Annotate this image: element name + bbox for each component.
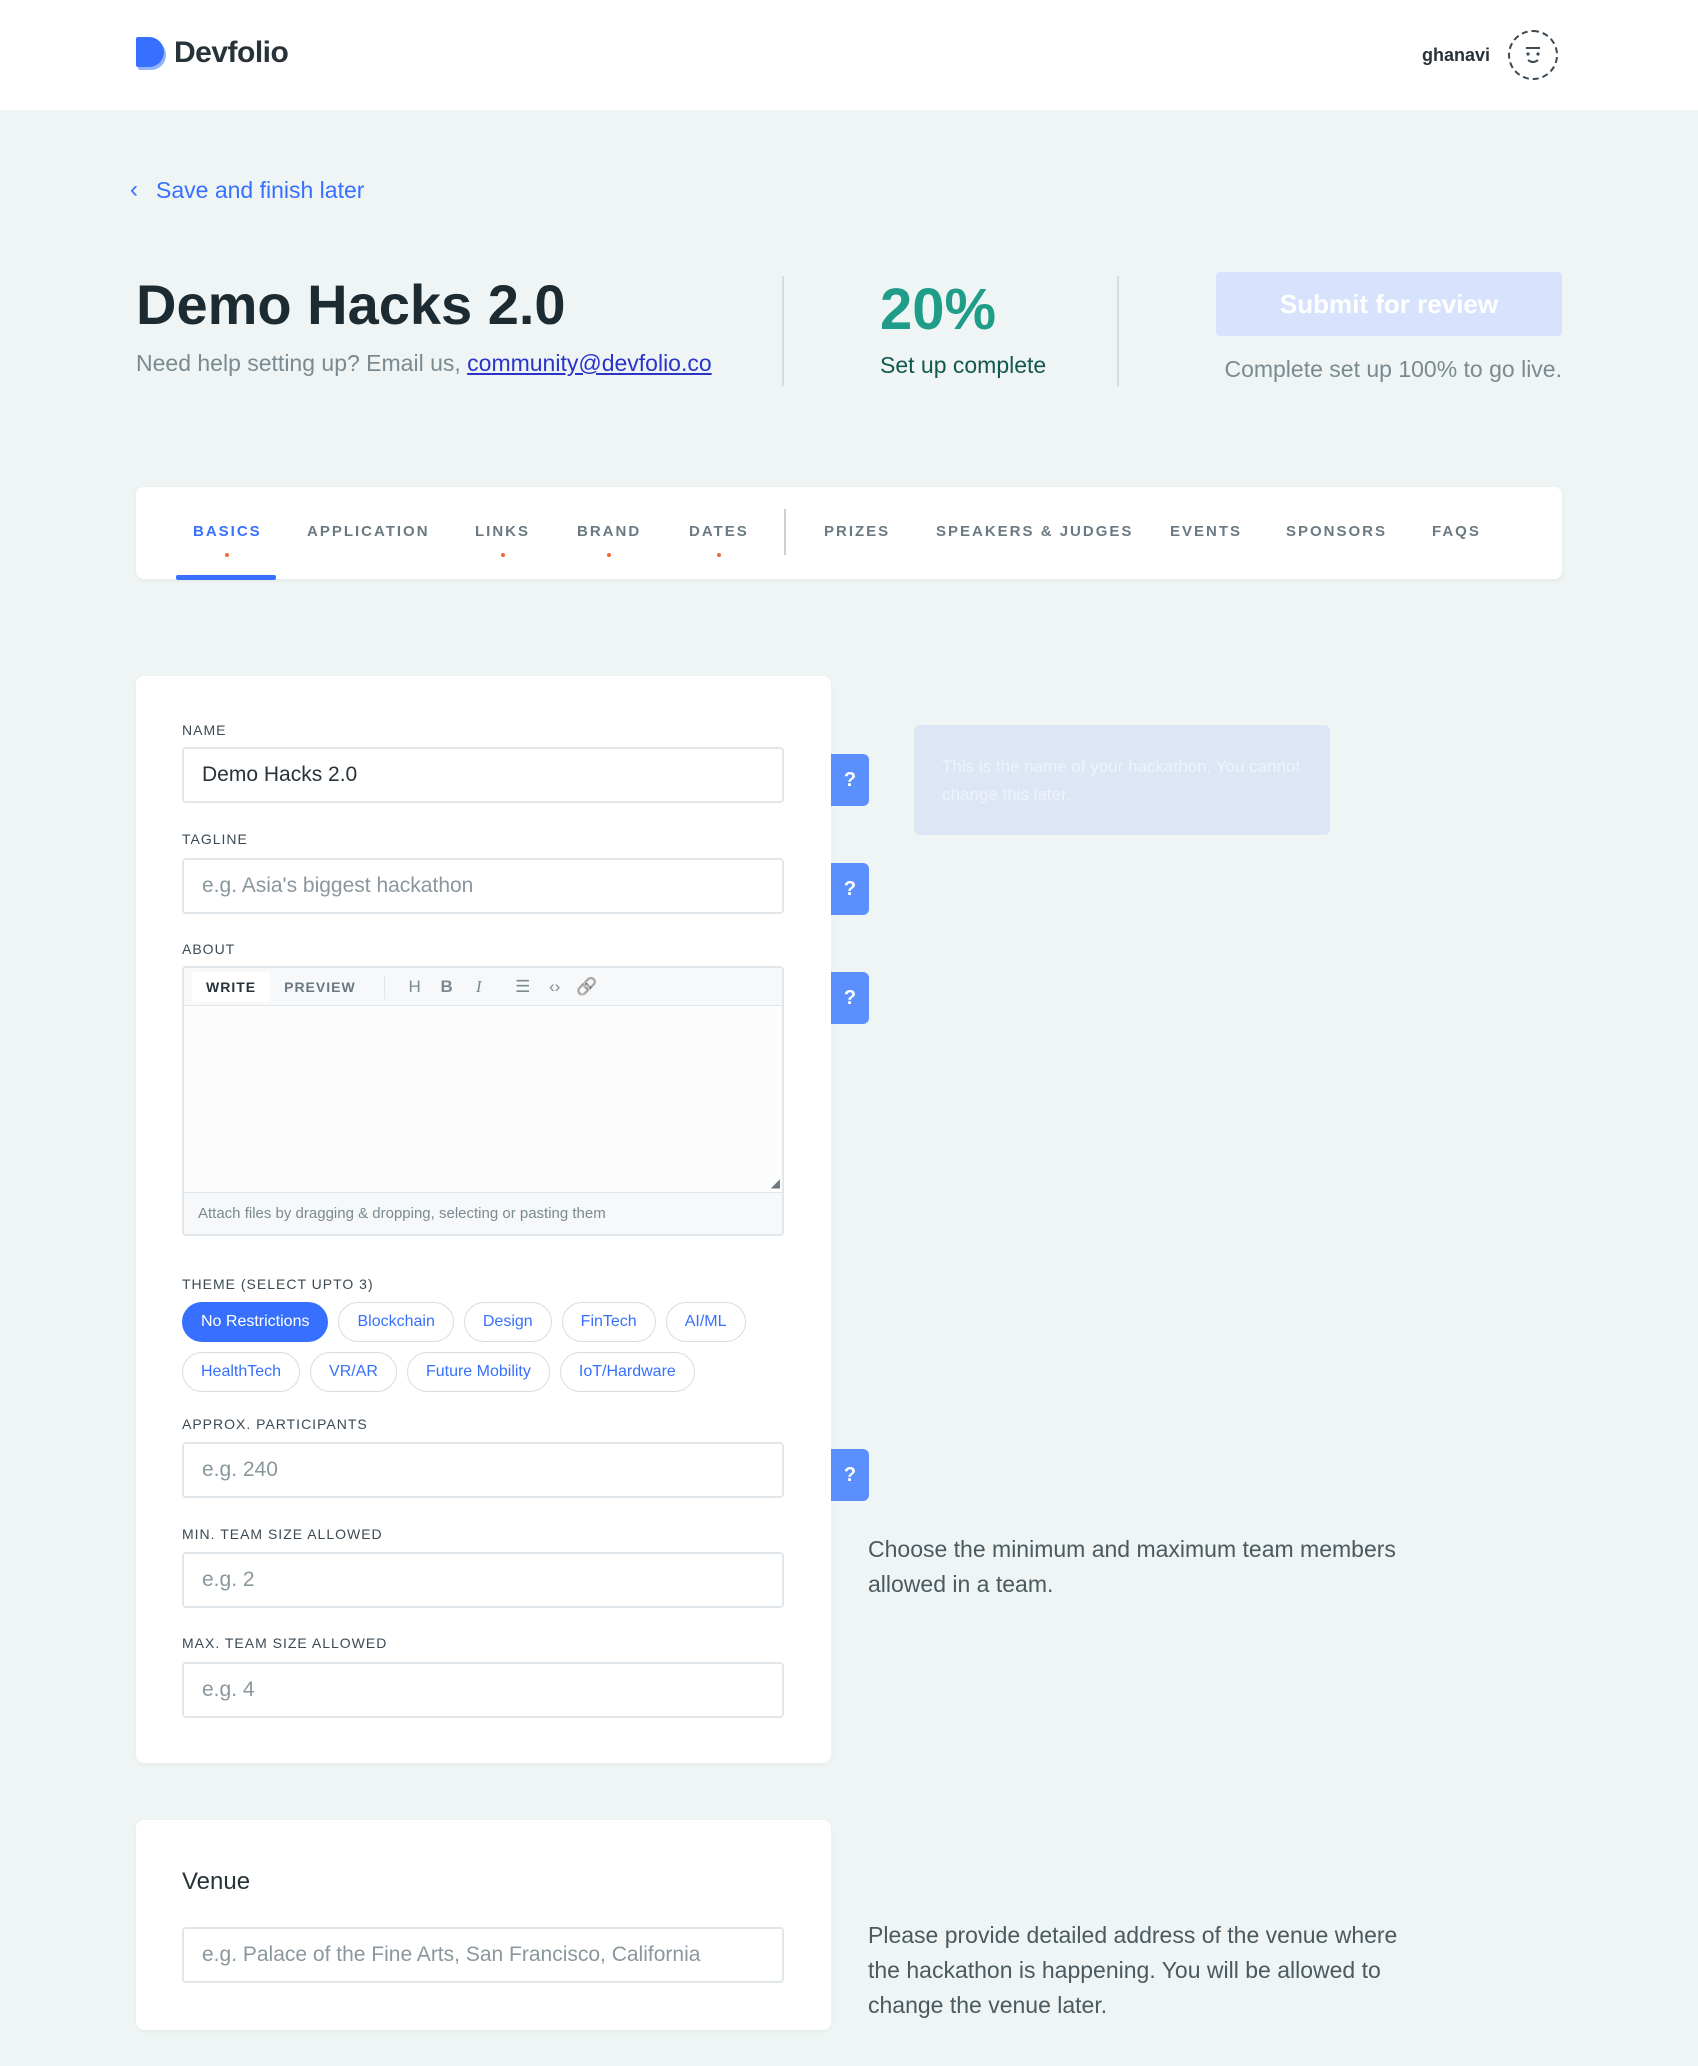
list-icon[interactable]: ☰ — [507, 977, 539, 997]
name-input[interactable] — [182, 747, 784, 803]
venue-help-text: Please provide detailed address of the v… — [868, 1922, 1398, 2018]
venue-card: Venue — [136, 1820, 831, 2030]
heading-icon[interactable]: H — [399, 977, 431, 997]
chevron-left-icon: ‹ — [130, 176, 138, 203]
face-icon — [1526, 47, 1540, 63]
help-text: Need help setting up? Email us, communit… — [136, 350, 712, 377]
help-text-prefix: Need help setting up? Email us, — [136, 350, 468, 376]
venue-title: Venue — [182, 1868, 251, 1895]
participants-input[interactable] — [182, 1442, 784, 1498]
max-team-size-label: MAX. TEAM SIZE ALLOWED — [182, 1635, 388, 1651]
team-size-help-text: Choose the minimum and maximum team memb… — [868, 1536, 1396, 1597]
italic-icon[interactable]: I — [463, 977, 495, 997]
theme-chip-iot-hardware[interactable]: IoT/Hardware — [559, 1352, 695, 1392]
tab-application[interactable]: APPLICATION — [307, 523, 430, 540]
about-editor: WRITE PREVIEW H B I ☰ ‹› 🔗 ◢ Attach file… — [182, 966, 784, 1236]
submit-note: Complete set up 100% to go live. — [1224, 356, 1562, 382]
theme-chip-future-mobility[interactable]: Future Mobility — [406, 1352, 550, 1392]
name-tooltip: This is the name of your hackathon. You … — [914, 725, 1330, 835]
save-and-finish-later-link[interactable]: ‹ Save and finish later — [130, 176, 364, 204]
tab-faqs[interactable]: FAQS — [1432, 523, 1481, 540]
community-email-link[interactable]: community@devfolio.co — [467, 350, 712, 376]
link-icon[interactable]: 🔗 — [571, 977, 603, 997]
theme-chip-vrar[interactable]: VR/AR — [310, 1352, 397, 1392]
section-tabs: BASICS APPLICATION LINKS BRAND DATES PRI… — [136, 487, 1562, 580]
help-button-name[interactable]: ? — [831, 754, 869, 806]
theme-chip-fintech[interactable]: FinTech — [561, 1302, 656, 1342]
back-link-label: Save and finish later — [156, 176, 365, 203]
code-icon[interactable]: ‹› — [539, 977, 571, 997]
tab-events[interactable]: EVENTS — [1170, 523, 1242, 540]
about-label: ABOUT — [182, 941, 236, 957]
help-button-about[interactable]: ? — [831, 972, 869, 1024]
submit-for-review-button[interactable]: Submit for review — [1216, 272, 1562, 336]
tab-sponsors[interactable]: SPONSORS — [1286, 523, 1387, 540]
theme-chip-design[interactable]: Design — [463, 1302, 552, 1342]
tab-speakers-judges[interactable]: SPEAKERS & JUDGES — [936, 523, 1133, 540]
theme-chip-healthtech[interactable]: HealthTech — [182, 1352, 301, 1392]
top-bar: Devfolio ghanavi — [0, 0, 1698, 110]
toolbar-divider — [383, 974, 385, 999]
tab-prizes[interactable]: PRIZES — [824, 523, 890, 540]
progress-percent: 20% — [880, 277, 997, 342]
help-button-tagline[interactable]: ? — [831, 863, 869, 915]
min-team-size-input[interactable] — [182, 1552, 784, 1608]
venue-input[interactable] — [182, 1927, 784, 1983]
user-menu[interactable]: ghanavi — [1422, 30, 1558, 80]
logo-mark-icon — [136, 37, 166, 70]
basics-form-card: NAME TAGLINE ABOUT WRITE PREVIEW H B I ☰… — [136, 676, 831, 1763]
tagline-input[interactable] — [182, 858, 784, 914]
page-title: Demo Hacks 2.0 — [136, 273, 566, 336]
tab-basics[interactable]: BASICS — [193, 523, 262, 557]
write-tab[interactable]: WRITE — [192, 971, 271, 1002]
theme-chip-no-restrictions[interactable]: No Restrictions — [182, 1302, 329, 1342]
active-tab-indicator — [176, 575, 276, 580]
help-button-participants[interactable]: ? — [831, 1449, 869, 1501]
tab-separator — [784, 509, 786, 555]
max-team-size-input[interactable] — [182, 1662, 784, 1718]
theme-chips-row-2: HealthTech VR/AR Future Mobility IoT/Har… — [182, 1352, 695, 1392]
min-team-size-label: MIN. TEAM SIZE ALLOWED — [182, 1526, 383, 1542]
tab-links[interactable]: LINKS — [475, 523, 530, 557]
username: ghanavi — [1421, 44, 1490, 65]
name-label: NAME — [182, 722, 227, 738]
attach-files-hint[interactable]: Attach files by dragging & dropping, sel… — [184, 1192, 782, 1234]
avatar[interactable] — [1508, 30, 1558, 80]
devfolio-logo[interactable]: Devfolio — [136, 36, 289, 70]
tagline-label: TAGLINE — [182, 831, 248, 847]
preview-tab[interactable]: PREVIEW — [270, 972, 370, 1002]
theme-chip-blockchain[interactable]: Blockchain — [338, 1302, 454, 1342]
theme-chip-aiml[interactable]: AI/ML — [665, 1302, 746, 1342]
theme-chips-row-1: No Restrictions Blockchain Design FinTec… — [182, 1302, 746, 1342]
about-textarea[interactable]: ◢ — [184, 1006, 782, 1192]
resize-handle-icon[interactable]: ◢ — [771, 1176, 780, 1190]
tab-dates[interactable]: DATES — [689, 523, 749, 557]
divider — [1117, 276, 1119, 386]
editor-toolbar: WRITE PREVIEW H B I ☰ ‹› 🔗 — [184, 968, 782, 1006]
participants-label: APPROX. PARTICIPANTS — [182, 1416, 368, 1432]
bold-icon[interactable]: B — [431, 977, 463, 997]
theme-label: THEME (SELECT UPTO 3) — [182, 1276, 374, 1292]
tab-brand[interactable]: BRAND — [577, 523, 641, 557]
divider — [782, 276, 784, 386]
progress-label: Set up complete — [880, 352, 1047, 378]
brand-name: Devfolio — [174, 36, 289, 69]
